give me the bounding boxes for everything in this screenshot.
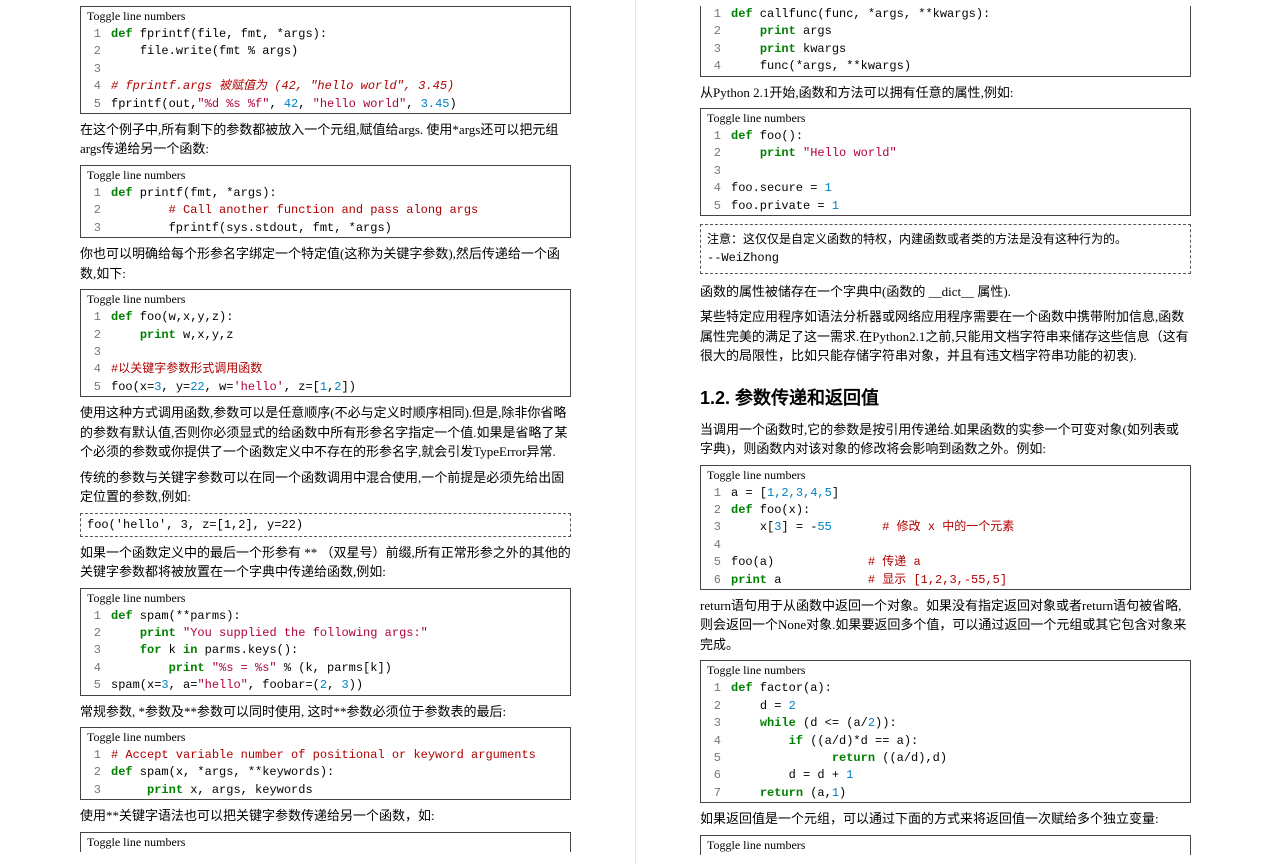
para: return语句用于从函数中返回一个对象。如果没有指定返回对象或者return语… <box>700 596 1191 655</box>
para: 使用**关键字语法也可以把关键字参数传递给另一个函数，如: <box>80 806 571 826</box>
toggle-link[interactable]: Toggle line numbers <box>81 290 570 309</box>
para: 传统的参数与关键字参数可以在同一个函数调用中混合使用,一个前提是必须先给出固定位… <box>80 468 571 507</box>
toggle-link[interactable]: Toggle line numbers <box>701 836 1190 855</box>
toggle-link[interactable]: Toggle line numbers <box>701 661 1190 680</box>
toggle-link[interactable]: Toggle line numbers <box>81 728 570 747</box>
para: 如果返回值是一个元组，可以通过下面的方式来将返回值一次赋给多个独立变量: <box>700 809 1191 829</box>
note-box: 注意：这仅仅是自定义函数的特权，内建函数或者类的方法是没有这种行为的。 --We… <box>700 224 1191 274</box>
toggle-link[interactable]: Toggle line numbers <box>81 589 570 608</box>
code-block-fprintf: Toggle line numbers 1def fprintf(file, f… <box>80 6 571 114</box>
toggle-link[interactable]: Toggle line numbers <box>81 166 570 185</box>
code-block-callfunc: 1def callfunc(func, *args, **kwargs): 2 … <box>700 6 1191 77</box>
toggle-link[interactable]: Toggle line numbers <box>701 466 1190 485</box>
para: 当调用一个函数时,它的参数是按引用传递给.如果函数的实参一个可变对象(如列表或字… <box>700 420 1191 459</box>
para: 从Python 2.1开始,函数和方法可以拥有任意的属性,例如: <box>700 83 1191 103</box>
inline-code: foo('hello', 3, z=[1,2], y=22) <box>80 513 571 537</box>
code-block-spam: Toggle line numbers 1def spam(**parms): … <box>80 588 571 696</box>
para: 在这个例子中,所有剩下的参数都被放入一个元组,赋值给args. 使用*args还… <box>80 120 571 159</box>
para: 常规参数, *参数及**参数可以同时使用, 这时**参数必须位于参数表的最后: <box>80 702 571 722</box>
note-author: --WeiZhong <box>707 250 1184 267</box>
code-block-cut: Toggle line numbers <box>700 835 1191 855</box>
para: 函数的属性被储存在一个字典中(函数的 __dict__ 属性). <box>700 282 1191 302</box>
para: 使用这种方式调用函数,参数可以是任意顺序(不必与定义时顺序相同).但是,除非你省… <box>80 403 571 462</box>
toggle-link[interactable]: Toggle line numbers <box>701 109 1190 128</box>
page-spread: Toggle line numbers 1def fprintf(file, f… <box>0 0 1271 864</box>
code-block-mutable: Toggle line numbers 1a = [1,2,3,4,5] 2de… <box>700 465 1191 590</box>
code-block-printf: Toggle line numbers 1def printf(fmt, *ar… <box>80 165 571 238</box>
code-block-cut: Toggle line numbers <box>80 832 571 852</box>
toggle-link[interactable]: Toggle line numbers <box>81 7 570 26</box>
right-page: 1def callfunc(func, *args, **kwargs): 2 … <box>640 0 1271 864</box>
left-page: Toggle line numbers 1def fprintf(file, f… <box>0 0 631 864</box>
para: 如果一个函数定义中的最后一个形参有 ** （双星号）前缀,所有正常形参之外的其他… <box>80 543 571 582</box>
para: 某些特定应用程序如语法分析器或网络应用程序需要在一个函数中携带附加信息,函数属性… <box>700 307 1191 366</box>
code-block-foo-attr: Toggle line numbers 1def foo(): 2 print … <box>700 108 1191 216</box>
toggle-link[interactable]: Toggle line numbers <box>81 833 570 852</box>
code-block-foo-kw: Toggle line numbers 1def foo(w,x,y,z): 2… <box>80 289 571 397</box>
note-line: 注意：这仅仅是自定义函数的特权，内建函数或者类的方法是没有这种行为的。 <box>707 231 1184 248</box>
code-block-spam2: Toggle line numbers 1# Accept variable n… <box>80 727 571 800</box>
page-gutter <box>635 0 636 864</box>
code-block-factor: Toggle line numbers 1def factor(a): 2 d … <box>700 660 1191 803</box>
para: 你也可以明确给每个形参名字绑定一个特定值(这称为关键字参数),然后传递给一个函数… <box>80 244 571 283</box>
section-heading: 1.2. 参数传递和返回值 <box>700 384 1191 410</box>
